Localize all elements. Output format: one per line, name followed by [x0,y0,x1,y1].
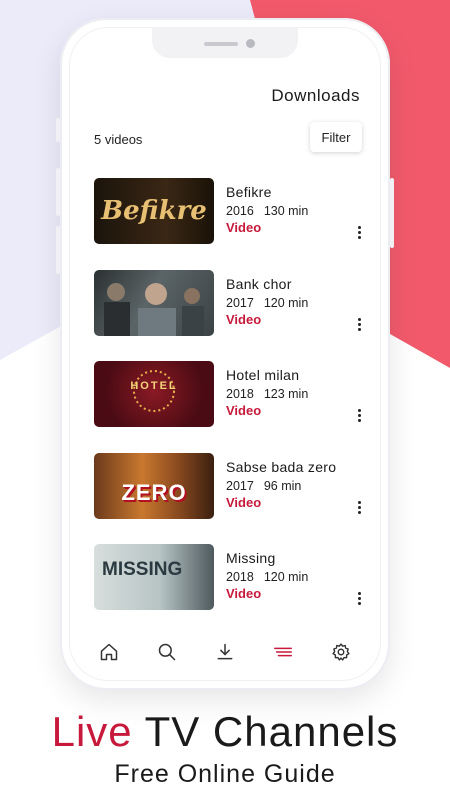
filter-button[interactable]: Filter [310,122,362,152]
downloads-list: Befikre Befikre 2016 130 min Video Bank … [94,178,364,636]
video-thumbnail[interactable] [94,269,214,336]
list-item[interactable]: MISSING Missing 2018 120 min Video [94,544,364,636]
video-type: Video [226,494,262,510]
more-options-icon[interactable] [354,499,364,515]
promo-headline: Live TV Channels [0,708,450,756]
home-icon[interactable] [94,637,124,667]
page-title: Downloads [271,86,360,105]
video-year: 2017 [226,295,254,310]
video-duration: 130 min [263,204,309,218]
video-thumbnail[interactable]: HOTEL [94,361,214,427]
list-item[interactable]: Bank chor 2017 120 min Video [94,269,364,362]
download-icon[interactable] [210,637,240,667]
video-title: Missing [226,550,276,566]
more-options-icon[interactable] [354,590,364,606]
video-year: 2016 [226,204,254,218]
bottom-nav [70,624,380,680]
video-count: 5 videos [94,132,143,147]
video-year: 2018 [226,387,254,401]
promo-headline-accent: Live [51,708,133,755]
list-item[interactable]: Befikre Befikre 2016 130 min Video [94,178,364,270]
video-year: 2018 [226,570,254,584]
menu-icon[interactable] [268,637,298,667]
video-title: Bank chor [226,275,292,292]
video-duration: 120 min [263,295,309,310]
more-options-icon[interactable] [354,407,364,423]
phone-screen: Downloads 5 videos Filter Befikre Befikr… [70,28,380,680]
video-type: Video [226,220,262,235]
video-thumbnail[interactable]: ZERO [94,452,214,519]
phone-notch [152,28,298,58]
video-year: 2017 [226,478,254,493]
video-duration: 123 min [263,387,309,401]
promo-subline: Free Online Guide [114,760,336,788]
video-title: Hotel milan [226,367,300,383]
video-title: Sabse bada zero [226,458,337,475]
gear-icon[interactable] [326,637,356,667]
video-type: Video [226,403,262,418]
video-duration: 120 min [263,570,309,584]
more-options-icon[interactable] [354,224,364,240]
video-title: Befikre [226,184,272,200]
video-thumbnail[interactable]: Befikre [94,178,214,244]
search-icon[interactable] [152,637,182,667]
list-item[interactable]: ZERO Sabse bada zero 2017 96 min Video [94,452,364,545]
list-item[interactable]: HOTEL Hotel milan 2018 123 min Video [94,361,364,453]
promo-headline-rest: TV Channels [144,708,399,755]
video-duration: 96 min [263,478,302,493]
phone-frame: Downloads 5 videos Filter Befikre Befikr… [56,18,394,690]
video-type: Video [226,311,262,327]
more-options-icon[interactable] [354,316,364,332]
video-type: Video [226,586,262,601]
video-thumbnail[interactable]: MISSING [94,544,214,610]
